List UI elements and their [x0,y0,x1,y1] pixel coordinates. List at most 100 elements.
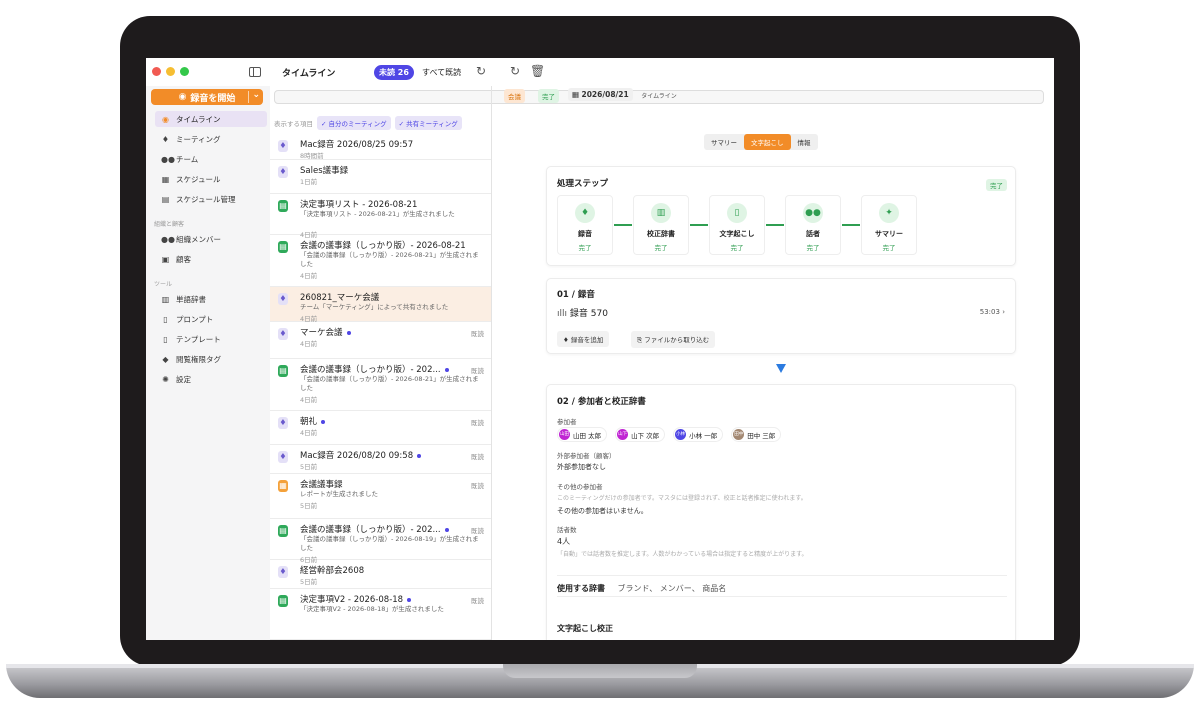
reload-icon[interactable]: ↻ [510,64,520,78]
item-subtitle: 「会議の議事録（しっかり版）- 2026-08-19」が生成されました [300,535,479,552]
sidebar-item-team[interactable]: ●● チーム [155,151,267,167]
sidebar-item-label: 組織メンバー [176,234,221,244]
item-subtitle: チーム「マーケティング」によって共有されました [300,303,449,311]
start-recording-button[interactable]: ◉ 録音を開始 ⌄ [151,89,263,105]
avatar: 山田 [559,429,570,440]
sidebar-item-customers[interactable]: ▣ 顧客 [155,251,267,267]
unread-dot [444,367,449,372]
customer-icon: ▣ [161,254,170,264]
chevron-down-icon[interactable]: ⌄ [252,90,260,100]
sidebar-item-label: スケジュール管理 [176,194,236,204]
list-item[interactable]: ▤ 会議の議事録（しっかり版）- 202... 「会議の議事録（しっかり版）- 20… [270,359,491,411]
list-item[interactable]: ▤ 会議の議事録（しっかり版）- 2026-08-21 「会議の議事録（しっかり版）… [270,235,491,287]
sidebar-item-settings[interactable]: ✺ 設定 [155,371,267,387]
team-icon: ●● [161,154,175,164]
list-item[interactable]: ▤ 決定事項リスト - 2026-08-21 「決定事項リスト - 2026-08-… [270,194,491,239]
list-item[interactable]: ▤ 決定事項V2 - 2026-08-18 「決定事項V2 - 2026-08-18… [270,589,491,640]
sidebar-item-schedule[interactable]: ▦ スケジュール [155,171,267,187]
page-title: タイムライン [282,69,336,79]
mic-icon: ♦ [278,328,288,340]
speakers-label: 話者数 [557,526,577,534]
list-item[interactable]: ♦ 朝礼 4日前 既読 [270,411,491,445]
attendee-chip[interactable]: 山下 山下 次郎 [615,427,666,442]
unread-dot [444,527,449,532]
item-title: Mac録音 2026/08/25 09:57 [300,140,414,150]
sidebar-toggle-icon[interactable] [249,67,261,77]
step-status: 完了 [578,244,592,252]
tab-info[interactable]: 情報 [791,134,818,150]
avatar: 田中 [733,429,745,440]
sidebar-item-meeting[interactable]: ♦ ミーティング [155,131,267,147]
list-item[interactable]: ▦ 会議議事録 レポートが生成されました 5日前 既読 [270,474,491,519]
date-tag: ▦ 2026/08/21 [568,88,633,101]
button-label: 録音を追加 [570,336,604,344]
list-item[interactable]: ♦ Mac録音 2026/08/25 09:57 8時間前 [270,134,491,160]
mic-icon: ♦ [278,566,288,578]
section-org-label: 組織と顧客 [154,221,185,228]
list-item[interactable]: ▤ 会議の議事録（しっかり版）- 202... 「会議の議事録（しっかり版）- 20… [270,519,491,564]
step-status: 完了 [806,244,820,252]
sidebar-item-label: テンプレート [176,334,221,344]
item-title: Mac録音 2026/08/20 09:58 [300,449,422,461]
attendee-chip[interactable]: 山田 山田 太郎 [557,427,608,442]
calendar-manage-icon: ▤ [161,194,170,204]
sidebar-item-label: 顧客 [176,254,191,264]
unread-badge[interactable]: 未読 26 [374,65,414,80]
zoom-button[interactable] [180,67,189,76]
processing-steps-card: 処理ステップ 完了 ♦ 録音 完了 ▥ 校正辞書 完了 ▯ 文字起こし 完了 ●● 話者 完了 … [546,166,1016,266]
step-recording: ♦ 録音 完了 [557,195,613,255]
sidebar-item-timeline[interactable]: ◉ タイムライン [155,111,267,127]
unread-dot [417,453,422,458]
item-time: 5日前 [300,578,318,586]
read-all-button[interactable]: すべて既読 [422,67,461,78]
item-time: 4日前 [300,429,318,437]
record-button-label: 録音を開始 [190,93,236,104]
dictionary-input[interactable]: ブランド、 メンバー、 商品名 [618,584,727,593]
list-item[interactable]: ♦ 経営幹部会2608 5日前 [270,560,491,589]
list-item[interactable]: ♦ マーケ会議 4日前 既読 [270,322,491,359]
step-connector [690,224,708,226]
sidebar-item-label: スケジュール [176,174,221,184]
sidebar-item-template[interactable]: ▯ テンプレート [155,331,267,347]
list-item[interactable]: ♦ Sales議事録 1日前 [270,160,491,194]
item-title: Sales議事録 [300,166,349,176]
step-speakers: ●● 話者 完了 [785,195,841,255]
item-subtitle: 「決定事項リスト - 2026-08-21」が生成されました [300,210,455,218]
divider [248,91,249,103]
recording-row[interactable]: ıllı 録音 570 [557,306,608,319]
attendee-chip[interactable]: 小林 小林 一郎 [673,427,724,442]
tab-transcript[interactable]: 文字起こし [744,134,791,150]
step-transcription: ▯ 文字起こし 完了 [709,195,765,255]
sidebar-item-dictionary[interactable]: ▥ 単語辞書 [155,291,267,307]
list-item[interactable]: ♦ 260821_マーケ会議 チーム「マーケティング」によって共有されました 4日前 [270,287,491,323]
prompt-icon: ▯ [163,314,168,324]
item-subtitle: レポートが生成されました [300,490,378,498]
timeline-icon: ◉ [162,114,169,124]
item-time: 4日前 [300,340,318,348]
sidebar-item-tags[interactable]: ◆ 閲覧権限タグ [155,351,267,367]
attendee-chip[interactable]: 田中 田中 三郎 [731,427,782,442]
record-icon: ◉ [178,92,187,102]
trash-icon[interactable]: 🗑 [530,64,545,78]
people-icon: ●● [803,203,823,223]
list-item[interactable]: ♦ Mac録音 2026/08/20 09:58 5日前 既読 [270,445,491,474]
sidebar-item-prompt[interactable]: ▯ プロンプト [155,311,267,327]
sidebar-item-schedule-manage[interactable]: ▤ スケジュール管理 [155,191,267,207]
read-label: 既読 [471,482,484,490]
read-label: 既読 [471,330,484,338]
refresh-icon[interactable]: ↻ [476,64,486,78]
item-time: 8時間前 [300,152,324,160]
close-button[interactable] [152,67,161,76]
tab-summary[interactable]: サマリー [704,134,744,150]
item-title: 会議の議事録（しっかり版）- 202... [300,363,449,375]
step-status: 完了 [654,244,668,252]
filter-my-meetings[interactable]: ✓ 自分のミーティング [317,116,391,130]
sidebar-item-label: 閲覧権限タグ [176,354,221,364]
import-file-button[interactable]: ⎘ ファイルから取り込む [631,331,716,348]
speakers-value[interactable]: 4人 [557,536,570,547]
filter-shared-meetings[interactable]: ✓ 共有ミーティング [394,116,462,130]
sidebar-item-members[interactable]: ●● 組織メンバー [155,231,267,247]
add-recording-button[interactable]: ♦ 録音を追加 [557,331,610,347]
minimize-button[interactable] [166,67,175,76]
external-value: 外部参加者なし [557,463,606,471]
